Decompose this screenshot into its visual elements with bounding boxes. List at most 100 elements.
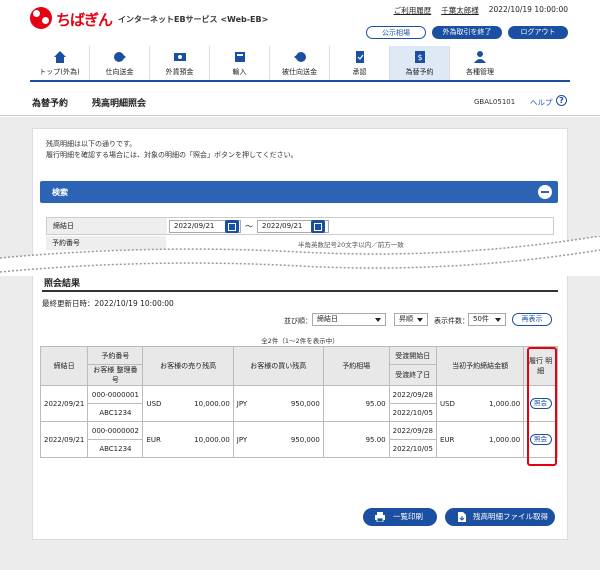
col-header-date: 締結日 (39, 346, 89, 386)
printer-icon (375, 512, 385, 522)
collapse-icon[interactable] (538, 185, 552, 199)
buy-currency: JPY (236, 399, 248, 408)
screen-code: GBAL05101 (474, 98, 516, 106)
send-money-icon (113, 52, 126, 62)
col-header-customer: お客様 整理番号 (87, 364, 144, 386)
download-file-button[interactable]: 残高明細ファイル取得 (445, 508, 555, 526)
nav-item-forex-contract[interactable]: $ 為替予約 (390, 46, 450, 80)
cell-date: 2022/09/21 (39, 385, 89, 422)
help-link[interactable]: ヘルプ (530, 97, 553, 108)
print-label: 一覧印刷 (393, 512, 423, 521)
file-download-icon (458, 512, 466, 522)
last-update: 最終更新日時：2022/10/19 10:00:00 (42, 299, 174, 308)
cell-start: 2022/09/28 (388, 421, 437, 440)
col-header-sell: お客様の売り残高 (142, 346, 234, 386)
results-summary: 全2件（1～2件を表示中） (261, 337, 339, 345)
help-icon[interactable]: ? (556, 95, 567, 106)
print-list-button[interactable]: 一覧印刷 (363, 508, 437, 526)
intro-line: 残高明細は以下の通りです。 (46, 140, 137, 148)
nav-item-import[interactable]: 輸入 (210, 46, 270, 80)
login-datetime: 2022/10/19 10:00:00 (488, 5, 568, 14)
buy-currency: JPY (236, 435, 248, 444)
top-buttons: 公示相場 外為取引を終了 ログアウト (366, 26, 568, 39)
count-label: 表示件数： (434, 317, 469, 325)
breadcrumb: 為替予約 (32, 99, 69, 109)
nav-label: 外貨預金 (165, 68, 194, 76)
main-nav: トップ(外為) 仕向送金 外貨預金 輸入 被仕向送金 承認 $ 為替予約 各種管… (30, 46, 570, 82)
nav-label: 輸入 (232, 68, 247, 76)
nav-label: 被仕向送金 (282, 68, 317, 76)
service-name: インターネットEBサービス <Web-EB> (118, 15, 269, 24)
nav-label: 承認 (352, 68, 367, 76)
nav-item-management[interactable]: 各種管理 (450, 46, 510, 80)
logo-text: ちばぎん (56, 11, 113, 29)
cell-customer: ABC1234 (87, 403, 144, 422)
svg-text:$: $ (417, 53, 422, 62)
cell-contract: EUR 1,000.00 (435, 421, 525, 458)
receive-money-icon (293, 52, 306, 62)
sell-currency: USD (146, 399, 162, 408)
nav-item-approval[interactable]: 承認 (330, 46, 390, 80)
import-icon (234, 52, 245, 62)
redisplay-button[interactable]: 再表示 (512, 313, 552, 326)
sort-controls: 並び順： 締結日 昇順 表示件数： 50件 再表示 (0, 313, 600, 327)
nav-label: 仕向送金 (105, 68, 134, 76)
table-row: 2022/09/21 000-0000002 EUR 10,000.00 JPY 9… (39, 421, 558, 458)
home-icon (53, 51, 66, 63)
end-foreign-button[interactable]: 外為取引を終了 (432, 26, 502, 39)
col-header-end: 受渡終了日 (388, 364, 437, 386)
cell-sell: USD 10,000.00 (142, 385, 234, 422)
nav-item-top[interactable]: トップ(外為) (30, 46, 90, 80)
calendar-icon[interactable] (225, 220, 239, 233)
chibagin-logo-icon (30, 7, 52, 29)
user-name-link[interactable]: 千葉太郎様 (441, 5, 479, 16)
buy-amount: 950,000 (290, 435, 320, 444)
page-title-row: 為替予約 残高明細照会 GBAL05101 ヘルプ ? (0, 86, 600, 116)
cell-buy: JPY 950,000 (232, 385, 324, 422)
contract-amount: 1,000.00 (489, 399, 521, 408)
cell-customer: ABC1234 (87, 439, 144, 458)
order-select[interactable]: 昇順 (394, 313, 428, 326)
cell-date: 2022/09/21 (39, 421, 89, 458)
cell-sell: EUR 10,000.00 (142, 421, 234, 458)
cell-start: 2022/09/28 (388, 385, 437, 404)
cell-rate: 95.00 (322, 421, 390, 458)
calendar-icon[interactable] (311, 220, 325, 233)
sell-currency: EUR (146, 435, 161, 444)
table-row: 2022/09/21 000-0000001 USD 10,000.00 JPY 9… (39, 385, 558, 422)
sell-amount: 10,000.00 (194, 435, 230, 444)
detail-column-highlight (527, 347, 557, 466)
nav-item-outward[interactable]: 仕向送金 (90, 46, 150, 80)
sort-select[interactable]: 締結日 (312, 313, 386, 326)
col-header-buy: お客様の買い残高 (232, 346, 324, 386)
header: ちばぎん インターネットEBサービス <Web-EB> ご利用履歴 千葉太郎様 … (0, 0, 600, 46)
management-icon (474, 51, 486, 63)
results-title: 照会結果 (42, 276, 558, 292)
cell-contract: USD 1,000.00 (435, 385, 525, 422)
date-row: 締結日 2022/09/21 ～ 2022/09/21 (46, 217, 554, 235)
approval-icon (355, 51, 364, 63)
cell-yoyaku: 000-0000002 (87, 421, 144, 440)
sell-amount: 10,000.00 (194, 399, 230, 408)
logout-button[interactable]: ログアウト (508, 26, 568, 39)
sort-label: 並び順： (284, 317, 312, 325)
buy-amount: 950,000 (290, 399, 320, 408)
nav-item-deposit[interactable]: 外貨預金 (150, 46, 210, 80)
nav-label: トップ(外為) (39, 68, 80, 76)
contract-amount: 1,000.00 (489, 435, 521, 444)
nav-label: 為替予約 (405, 68, 434, 76)
count-select[interactable]: 50件 (468, 313, 506, 326)
nav-item-inward[interactable]: 被仕向送金 (270, 46, 330, 80)
date-label: 締結日 (47, 218, 167, 234)
search-header[interactable]: 検索 (40, 181, 558, 203)
col-header-rate: 予約相場 (322, 346, 390, 386)
notice-rate-button[interactable]: 公示相場 (366, 26, 426, 39)
forex-icon: $ (414, 51, 425, 63)
cell-rate: 95.00 (322, 385, 390, 422)
usage-history-link[interactable]: ご利用履歴 (394, 5, 432, 16)
results-table: 締結日 予約番号 お客様の売り残高 お客様の買い残高 予約相場 受渡開始日 当初… (39, 346, 558, 458)
cell-end: 2022/10/05 (388, 403, 437, 422)
search-title: 検索 (52, 188, 68, 197)
cell-end: 2022/10/05 (388, 439, 437, 458)
col-header-yoyaku: 予約番号 (87, 346, 144, 365)
